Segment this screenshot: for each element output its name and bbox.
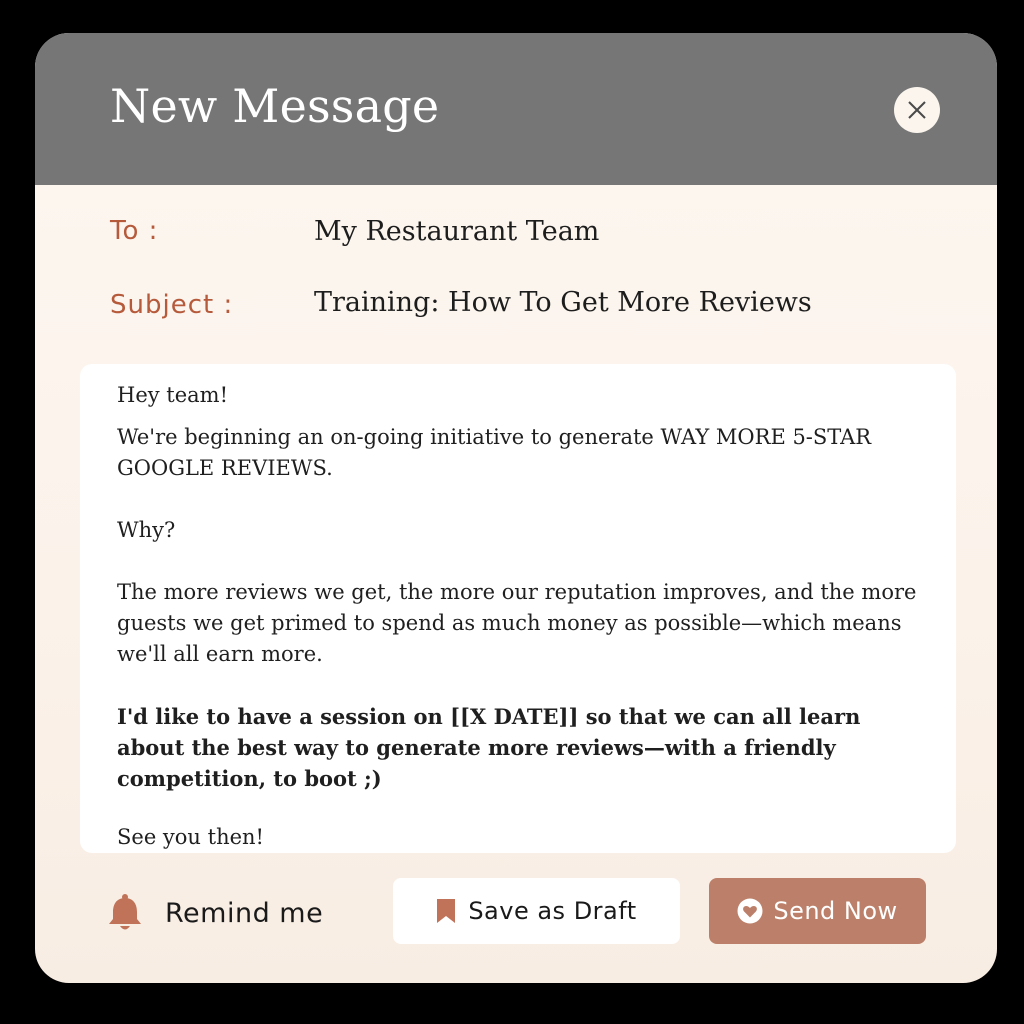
remind-me-button[interactable]: Remind me [107,891,323,935]
to-field[interactable]: My Restaurant Team [314,216,599,247]
message-paragraph: We're beginning an on-going initiative t… [117,425,872,480]
message-signoff: See you then! [117,825,264,849]
subject-label: Subject : [110,290,234,320]
close-button[interactable] [894,87,940,133]
heart-icon [737,898,763,924]
new-message-dialog: New Message To : My Restaurant Team Subj… [35,33,997,983]
subject-field[interactable]: Training: How To Get More Reviews [314,287,812,318]
to-label: To : [110,216,159,246]
close-icon [908,101,926,119]
message-paragraph: The more reviews we get, the more our re… [117,580,917,666]
message-greeting: Hey team! [117,383,229,407]
message-body[interactable]: Hey team! We're beginning an on-going in… [80,364,956,853]
message-bold-paragraph: I'd like to have a session on [[X DATE]]… [117,704,861,791]
bell-icon [109,894,141,930]
remind-me-label: Remind me [165,897,324,929]
save-draft-label: Save as Draft [468,897,637,925]
bookmark-icon [437,899,456,923]
dialog-header: New Message [35,33,997,185]
message-paragraph: Why? [117,518,176,542]
send-now-label: Send Now [773,897,898,925]
dialog-title: New Message [110,79,440,133]
send-now-button[interactable]: Send Now [709,878,926,944]
save-draft-button[interactable]: Save as Draft [393,878,680,944]
